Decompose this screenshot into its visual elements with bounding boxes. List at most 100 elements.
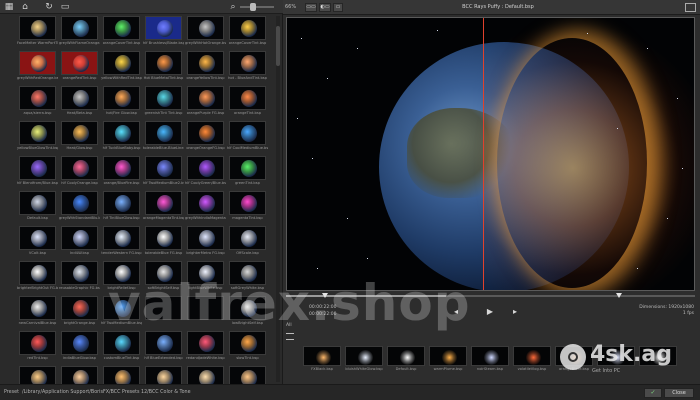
preset-preview-image[interactable]: [229, 86, 266, 110]
zoom-level[interactable]: 66%: [285, 4, 296, 10]
strip-preset-thumbnail[interactable]: Default.bsp: [387, 346, 425, 374]
preset-thumbnail[interactable]: hlf Blendfrom/Blue.bsp: [17, 156, 58, 190]
preset-thumbnail[interactable]: IndiLW.bsp: [61, 226, 98, 260]
preset-preview-image[interactable]: [187, 156, 224, 180]
preset-thumbnail[interactable]: yellowWithRedTint.bsp: [101, 51, 142, 85]
preset-thumbnail[interactable]: tolerableBlue FG.bsp: [145, 226, 182, 260]
preset-preview-image[interactable]: [103, 226, 140, 250]
preset-preview-image[interactable]: [187, 121, 224, 145]
preview-image[interactable]: [286, 17, 695, 291]
preset-preview-image[interactable]: [103, 156, 140, 180]
strip-preset-thumbnail[interactable]: noirSteam.bsp: [471, 346, 509, 374]
preset-thumbnail[interactable]: orangeYellowTint.bsp: [186, 51, 225, 85]
preset-preview-image[interactable]: [103, 86, 140, 110]
strip-preview-image[interactable]: [345, 346, 383, 366]
refresh-icon[interactable]: ↻: [44, 2, 54, 12]
step-forward-icon[interactable]: ▸: [510, 307, 520, 317]
preset-preview-image[interactable]: [145, 226, 182, 250]
strip-preset-thumbnail[interactable]: warmPlume.bsp: [429, 346, 467, 374]
preset-thumbnail[interactable]: tolerableBlue-BlueLine.bsp: [143, 121, 184, 155]
preset-thumbnail[interactable]: indiaBlueGlow.bsp: [61, 331, 98, 365]
preset-preview-image[interactable]: [187, 226, 224, 250]
preset-thumbnail[interactable]: Hot BlueMetalTint.bsp: [144, 51, 183, 85]
thumbnail-size-slider[interactable]: [240, 3, 274, 11]
preset-preview-image[interactable]: [61, 86, 98, 110]
apply-button[interactable]: ✓: [644, 388, 662, 398]
preset-preview-image[interactable]: [19, 296, 56, 320]
preset-thumbnail[interactable]: Heat/Beta.bsp: [61, 86, 98, 120]
preset-preview-image[interactable]: [61, 226, 98, 250]
preset-preview-image[interactable]: [229, 51, 266, 75]
preset-preview-image[interactable]: [145, 156, 182, 180]
compare-split-handle[interactable]: [483, 18, 484, 290]
preset-thumbnail[interactable]: greyWithIndiaMagenta.bsp: [185, 191, 226, 225]
preset-preview-image[interactable]: [145, 121, 182, 145]
preset-thumbnail[interactable]: orangeRedTint.bsp: [61, 51, 98, 85]
preset-thumbnail[interactable]: greenishTint Tint.bsp: [145, 86, 182, 120]
preset-preview-image[interactable]: [103, 51, 140, 75]
preset-thumbnail[interactable]: yellowBlueGlowTint.bsp: [17, 121, 58, 155]
preset-preview-image[interactable]: [229, 191, 266, 215]
preset-thumbnail[interactable]: hlf TwoMediumBlue2.bsp: [143, 156, 184, 190]
preset-thumbnail[interactable]: greyWithRedOrange.bsp: [17, 51, 58, 85]
preset-preview-image[interactable]: [61, 191, 98, 215]
preset-preview-image[interactable]: [19, 51, 56, 75]
strip-preset-thumbnail[interactable]: volatileVlog.bsp: [513, 346, 551, 374]
preset-preview-image[interactable]: [19, 156, 56, 180]
strip-preview-image[interactable]: [471, 346, 509, 366]
folder-icon[interactable]: ▭: [60, 2, 70, 12]
preset-preview-image[interactable]: [103, 121, 140, 145]
preset-thumbnail[interactable]: OffScale.bsp: [229, 226, 266, 260]
preset-thumbnail[interactable]: orangeTint.bsp: [229, 86, 266, 120]
preset-preview-image[interactable]: [145, 16, 182, 40]
single-view-button[interactable]: ▭: [333, 3, 343, 12]
preset-thumbnail[interactable]: FaceMelter WarmPortTint.bsp: [17, 16, 58, 50]
preset-thumbnail[interactable]: aqua/sierra.bsp: [19, 86, 56, 120]
preset-preview-image[interactable]: [61, 296, 98, 320]
preset-preview-image[interactable]: [61, 121, 98, 145]
preset-thumbnail[interactable]: brightOrange.bsp: [61, 296, 98, 330]
grid-view-icon[interactable]: ▦: [4, 2, 14, 12]
preset-preview-image[interactable]: [145, 191, 182, 215]
compare-split-button[interactable]: ▭▭: [305, 3, 317, 12]
preset-preview-image[interactable]: [145, 86, 182, 110]
preset-preview-image[interactable]: [229, 331, 266, 355]
fullscreen-icon[interactable]: [685, 3, 696, 12]
preset-thumbnail[interactable]: greyWithHotOrange.bsp: [185, 16, 226, 50]
preset-thumbnail[interactable]: orangeMagentaTint.bsp: [143, 191, 184, 225]
preset-preview-image[interactable]: [187, 86, 224, 110]
preset-thumbnail[interactable]: tenderWestern FG.bsp: [101, 226, 142, 260]
out-point-marker[interactable]: [616, 293, 622, 298]
preset-preview-image[interactable]: [103, 16, 140, 40]
strip-preview-image[interactable]: [387, 346, 425, 366]
preset-thumbnail[interactable]: orangePurple FG.bsp: [187, 86, 224, 120]
preset-thumbnail[interactable]: brighterMetro FG.bsp: [186, 226, 225, 260]
preset-preview-image[interactable]: [145, 331, 182, 355]
preset-thumbnail[interactable]: Heat/Glow.bsp: [61, 121, 98, 155]
preset-preview-image[interactable]: [19, 226, 56, 250]
preset-thumbnail[interactable]: magentaTint.bsp: [229, 191, 266, 225]
preset-thumbnail[interactable]: orange/BlueFire.bsp: [103, 156, 140, 190]
preset-thumbnail[interactable]: redandJadeWhite.bsp: [186, 331, 225, 365]
compare-wipe-button[interactable]: ◐▭: [319, 3, 331, 12]
preset-preview-image[interactable]: [187, 16, 224, 40]
preset-preview-image[interactable]: [229, 226, 266, 250]
strip-preset-thumbnail[interactable]: bluishWhiteGlow.bsp: [345, 346, 383, 374]
preset-preview-image[interactable]: [19, 191, 56, 215]
preset-preview-image[interactable]: [19, 16, 56, 40]
preset-preview-image[interactable]: [19, 331, 56, 355]
preset-thumbnail[interactable]: greenTint.bsp: [229, 156, 266, 190]
preset-preview-image[interactable]: [61, 16, 98, 40]
list-view-icon[interactable]: [286, 333, 294, 340]
preset-thumbnail[interactable]: hlf BlueExtended.bsp: [144, 331, 183, 365]
preset-thumbnail[interactable]: hlf CoolyGreen/Blue.bsp: [185, 156, 226, 190]
strip-preview-image[interactable]: [303, 346, 341, 366]
preset-thumbnail[interactable]: Default.bsp: [19, 191, 56, 225]
preset-thumbnail[interactable]: greyWithStandardBlu.bsp: [59, 191, 100, 225]
play-icon[interactable]: ▶: [485, 307, 495, 317]
preset-thumbnail[interactable]: orangeOrangeFG.bsp: [186, 121, 225, 155]
close-button[interactable]: Close: [664, 388, 694, 398]
preset-thumbnail[interactable]: hot - BlueAndTint.bsp: [228, 51, 267, 85]
preset-preview-image[interactable]: [229, 16, 266, 40]
strip-preview-image[interactable]: [513, 346, 551, 366]
